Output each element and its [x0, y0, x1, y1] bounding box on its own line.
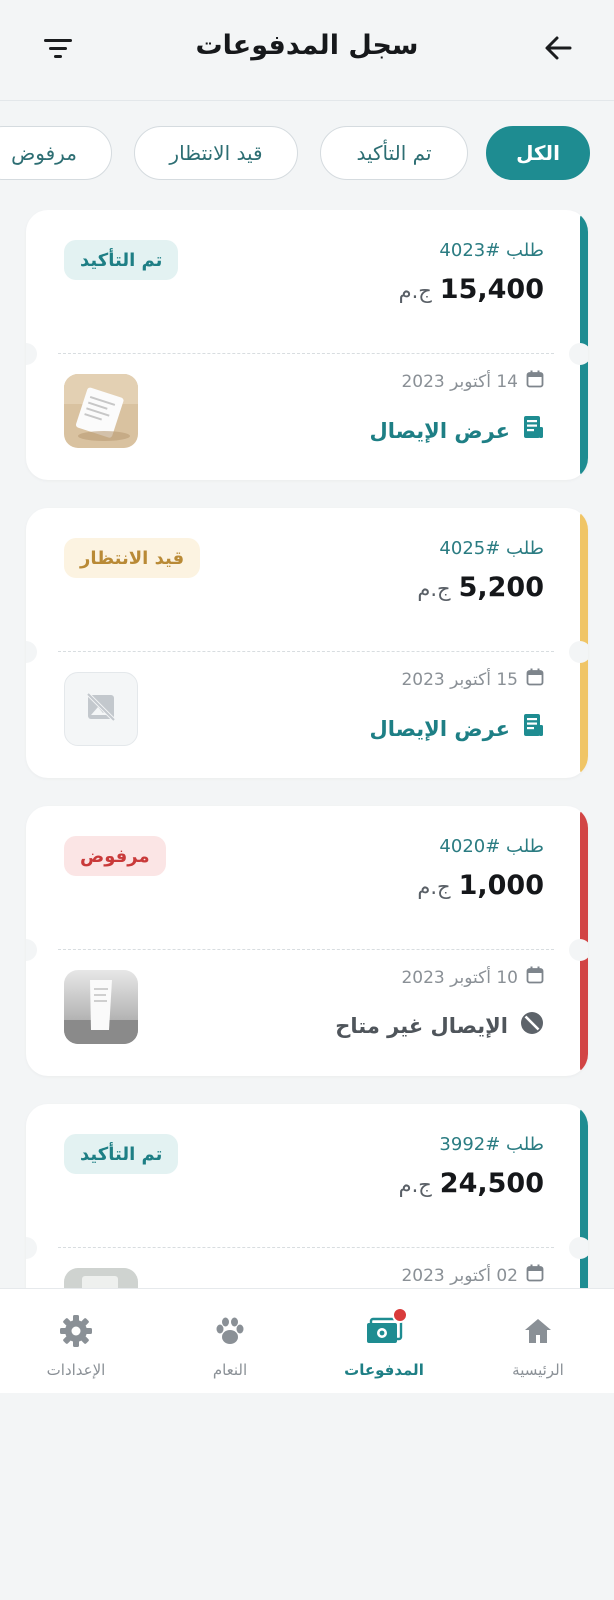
hide-image-icon [85, 691, 117, 727]
calendar-icon [526, 966, 544, 989]
arrow-back-icon [543, 33, 573, 67]
receipt-thumbnail[interactable] [64, 970, 138, 1044]
nav-settings-label: الإعدادات [46, 1361, 106, 1379]
notification-dot [392, 1307, 408, 1323]
payment-amount: 15,400 ج.م [399, 274, 544, 305]
chip-confirmed[interactable]: تم التأكيد [320, 126, 468, 180]
block-icon [520, 1011, 544, 1040]
status-badge: قيد الانتظار [64, 538, 201, 578]
calendar-icon [526, 668, 544, 691]
paw-icon [170, 1311, 290, 1351]
order-number: طلب #3992 [439, 1134, 544, 1155]
ticket-notch [26, 1237, 37, 1259]
view-receipt-label: عرض الإيصال [369, 418, 511, 443]
view-receipt-link[interactable]: عرض الإيصال [370, 415, 545, 446]
chip-all[interactable]: الكل [486, 126, 590, 180]
chip-rejected[interactable]: مرفوض [0, 126, 112, 180]
status-stripe [580, 1108, 588, 1288]
payment-amount: 1,000 ج.م [417, 870, 544, 901]
amount-value: 15,400 [439, 274, 544, 305]
bottom-navigation: الرئيسية المدفوعات النعام الإعدادات [0, 1288, 614, 1393]
payments-icon [324, 1307, 444, 1351]
payment-date: 14 أكتوبر 2023 [401, 370, 544, 393]
date-text: 15 أكتوبر 2023 [401, 669, 518, 690]
ticket-notch [569, 343, 588, 365]
payment-card[interactable]: طلب #4025 5,200 ج.م قيد الانتظار 15 أكتوب… [26, 508, 588, 778]
payment-amount: 24,500 ج.م [399, 1168, 544, 1199]
top-app-bar: سجل المدفوعات [0, 0, 614, 101]
ticket-notch [569, 1237, 588, 1259]
nav-settings[interactable]: الإعدادات [16, 1289, 136, 1393]
ticket-notch [569, 939, 588, 961]
payments-list: طلب #4023 15,400 ج.م تم التأكيد 14 أكتوبر… [0, 210, 614, 1288]
order-number: طلب #4020 [439, 836, 544, 857]
nav-ostrich-label: النعام [212, 1361, 248, 1379]
payment-date: 02 أكتوبر 2023 [401, 1264, 544, 1287]
receipt-thumbnail-placeholder [64, 672, 138, 746]
receipt-thumbnail[interactable] [64, 1268, 138, 1288]
receipt-icon [522, 415, 544, 446]
currency-label: ج.م [398, 1173, 432, 1197]
receipt-unavailable-text: الإيصال غير متاح [335, 1013, 508, 1038]
home-icon [478, 1311, 598, 1351]
ticket-notch [569, 641, 588, 663]
payment-date: 15 أكتوبر 2023 [401, 668, 544, 691]
ticket-notch [26, 939, 37, 961]
view-receipt-link[interactable]: عرض الإيصال [370, 713, 545, 744]
status-badge: تم التأكيد [64, 240, 179, 280]
divider [58, 1247, 554, 1248]
ticket-notch [26, 343, 37, 365]
date-text: 14 أكتوبر 2023 [401, 371, 518, 392]
ticket-notch [26, 641, 37, 663]
nav-ostrich[interactable]: النعام [170, 1289, 290, 1393]
status-filter-chips: الكل تم التأكيد قيد الانتظار مرفوض [0, 126, 614, 184]
currency-label: ج.م [398, 279, 432, 303]
nav-payments[interactable]: المدفوعات [324, 1289, 444, 1393]
gear-icon [16, 1311, 136, 1351]
currency-label: ج.م [417, 875, 451, 899]
payment-card[interactable]: طلب #4020 1,000ج.م مرفوض 10 أكتوبر 2023 … [26, 806, 588, 1076]
nav-home[interactable]: الرئيسية [478, 1289, 598, 1393]
payment-card[interactable]: طلب #4023 15,400 ج.م تم التأكيد 14 أكتوبر… [26, 210, 588, 480]
view-receipt-label: عرض الإيصال [369, 716, 511, 741]
back-button[interactable] [536, 28, 580, 72]
currency-label: ج.م [417, 577, 451, 601]
receipt-unavailable-label: الإيصال غير متاح [335, 1011, 544, 1040]
divider [58, 651, 554, 652]
payment-amount: 5,200 ج.م [417, 572, 544, 603]
divider [58, 949, 554, 950]
calendar-icon [526, 1264, 544, 1287]
amount-value: 1,000 [458, 870, 544, 901]
order-number: طلب #4023 [439, 240, 544, 261]
payment-card[interactable]: طلب #3992 24,500 ج.م تم التأكيد 02 أكتوبر… [26, 1104, 588, 1288]
order-number: طلب #4025 [439, 538, 544, 559]
nav-payments-label: المدفوعات [344, 1361, 424, 1379]
date-text: 02 أكتوبر 2023 [401, 1265, 518, 1286]
payment-date: 10 أكتوبر 2023 [401, 966, 544, 989]
date-text: 10 أكتوبر 2023 [401, 967, 518, 988]
page-title: سجل المدفوعات [195, 30, 419, 61]
amount-value: 24,500 [439, 1168, 544, 1199]
divider [58, 353, 554, 354]
nav-home-label: الرئيسية [512, 1361, 564, 1379]
receipt-icon [522, 713, 544, 744]
status-badge: تم التأكيد [64, 1134, 179, 1174]
payments-history-screen: سجل المدفوعات الكل تم التأكيد قيد الانتظ… [0, 0, 614, 1600]
receipt-thumbnail[interactable] [64, 374, 138, 448]
status-badge: مرفوض [64, 836, 166, 876]
chip-pending[interactable]: قيد الانتظار [134, 126, 298, 180]
amount-value: 5,200 [458, 572, 544, 603]
calendar-icon [526, 370, 544, 393]
